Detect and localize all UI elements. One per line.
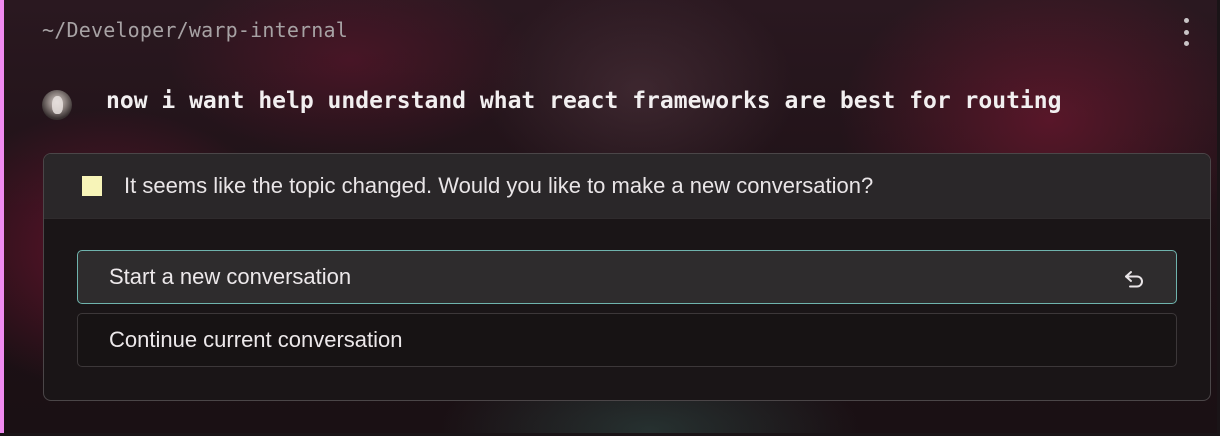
menu-dot bbox=[1183, 18, 1189, 23]
user-avatar bbox=[42, 90, 72, 120]
enter-return-icon bbox=[1125, 271, 1143, 288]
working-directory-path: ~/Developer/warp-internal bbox=[42, 18, 349, 42]
topic-change-panel: It seems like the topic changed. Would y… bbox=[43, 153, 1211, 401]
start-new-conversation-button[interactable]: Start a new conversation bbox=[77, 250, 1177, 304]
continue-current-conversation-label: Continue current conversation bbox=[109, 327, 403, 352]
continue-current-conversation-button[interactable]: Continue current conversation bbox=[77, 313, 1177, 367]
user-prompt-text: now i want help understand what react fr… bbox=[106, 88, 1062, 114]
menu-dot bbox=[1183, 41, 1189, 46]
topic-indicator-icon bbox=[82, 176, 102, 196]
topic-change-header: It seems like the topic changed. Would y… bbox=[44, 154, 1210, 219]
more-vertical-icon[interactable] bbox=[1176, 16, 1196, 48]
start-new-conversation-label: Start a new conversation bbox=[109, 264, 352, 289]
topic-change-message: It seems like the topic changed. Would y… bbox=[124, 173, 874, 198]
left-accent-bar bbox=[0, 0, 4, 436]
menu-dot bbox=[1183, 29, 1189, 35]
